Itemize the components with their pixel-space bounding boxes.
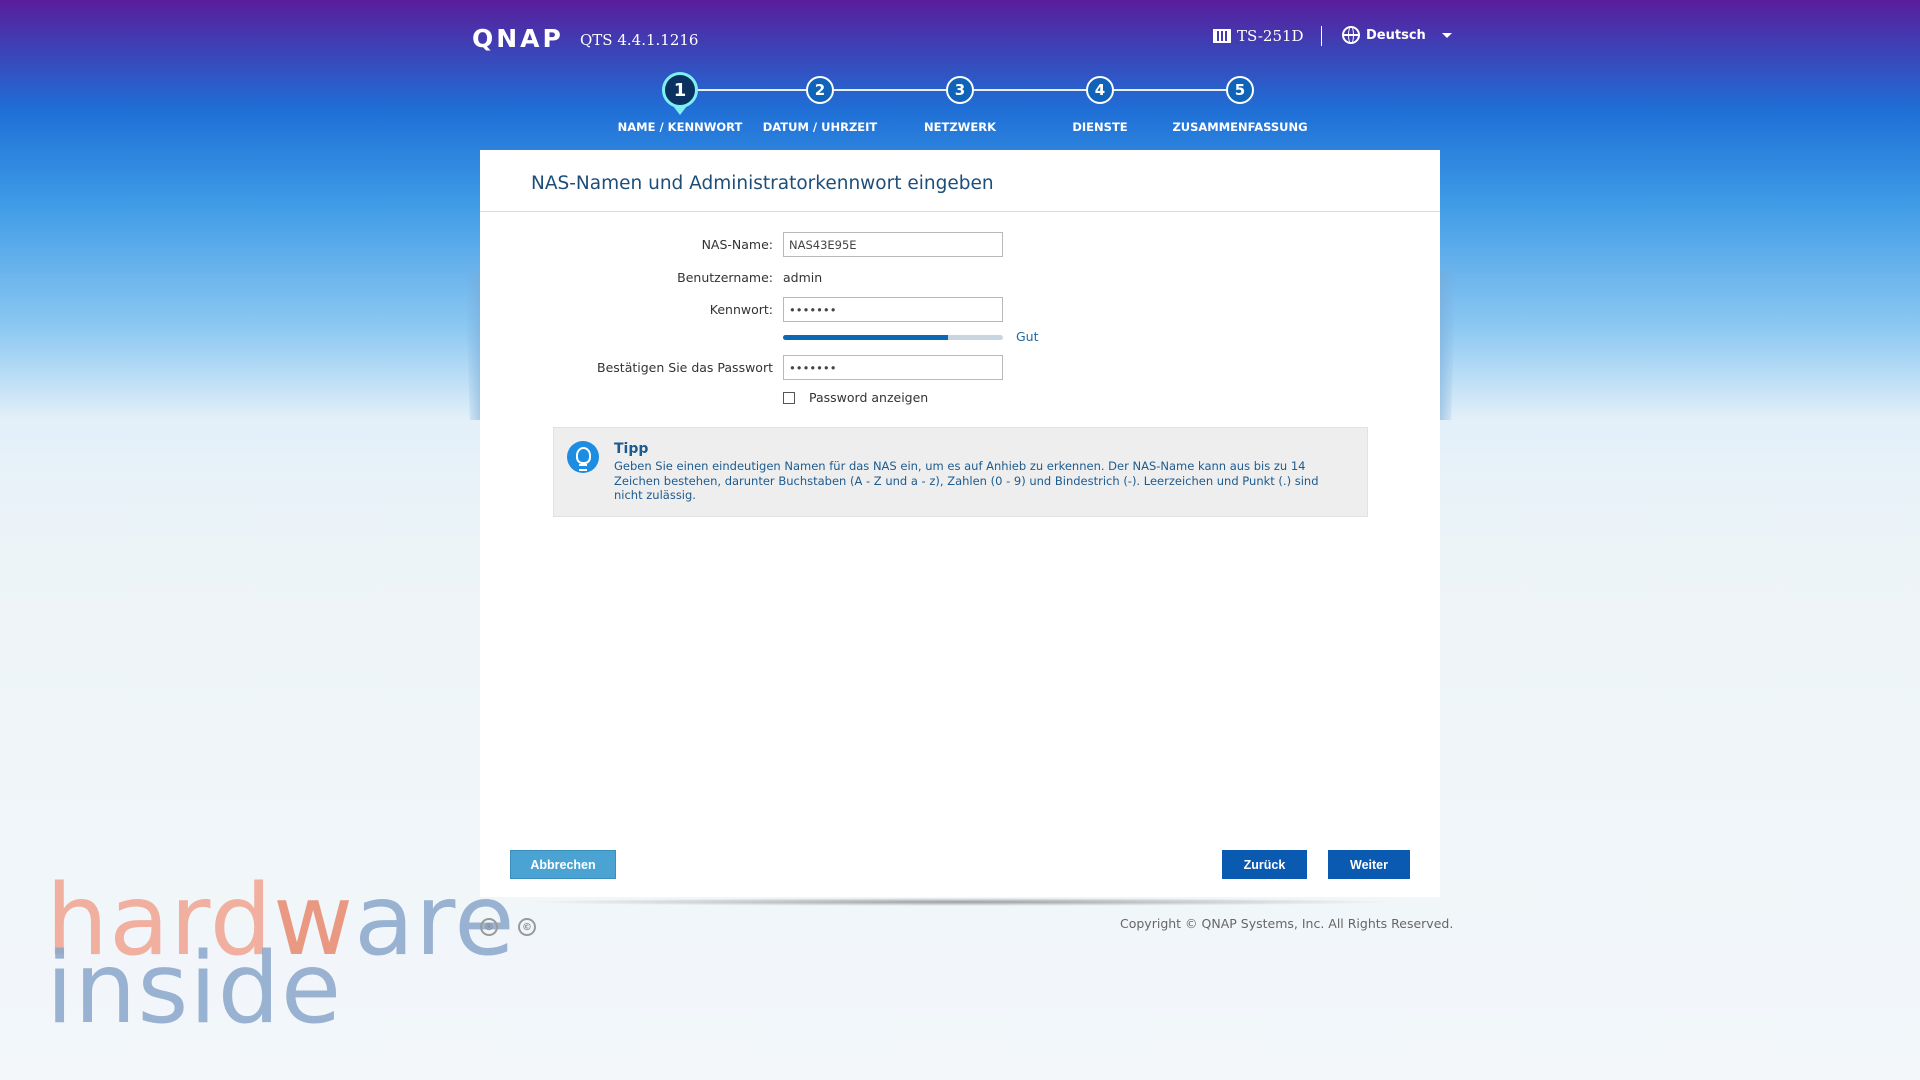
tip-text: Geben Sie einen eindeutigen Namen für da… — [614, 459, 1319, 502]
setup-panel: NAS-Namen und Administratorkennwort eing… — [480, 150, 1440, 897]
wizard-step-4-label: DIENSTE — [1072, 120, 1128, 134]
wizard-step-2-label: DATUM / UHRZEIT — [762, 120, 878, 134]
globe-icon — [1342, 26, 1360, 44]
back-button[interactable]: Zurück — [1222, 850, 1307, 879]
tip-box: Tipp Geben Sie einen eindeutigen Namen f… — [553, 427, 1368, 517]
qts-version: QTS 4.4.1.1216 — [580, 31, 699, 49]
title-divider — [480, 211, 1440, 212]
wizard-step-1-label: NAME / KENNWORT — [617, 120, 743, 134]
password-strength-bar — [783, 335, 1003, 340]
wizard-step-3: 3 — [946, 76, 974, 104]
nas-name-input[interactable] — [783, 232, 1003, 257]
nas-device-icon — [1213, 29, 1231, 43]
panel-shadow — [520, 898, 1400, 906]
tip-title: Tipp — [614, 441, 649, 457]
show-password-checkbox[interactable] — [783, 392, 795, 404]
wizard-step-4: 4 — [1086, 76, 1114, 104]
username-label: Benutzername: — [677, 270, 773, 285]
wizard-step-1: 1 — [662, 72, 698, 115]
username-value: admin — [783, 270, 823, 285]
confirm-password-input[interactable] — [783, 355, 1003, 380]
nas-name-label: NAS-Name: — [701, 237, 773, 252]
panel-bevel-left — [465, 270, 481, 420]
watermark-registered-icon: ® — [480, 918, 498, 936]
copyright-text: Copyright © QNAP Systems, Inc. All Right… — [1120, 916, 1454, 931]
lightbulb-icon — [567, 441, 599, 473]
device-model: TS-251D — [1213, 27, 1304, 45]
next-button[interactable]: Weiter — [1328, 850, 1410, 879]
panel-bevel-right — [1440, 270, 1456, 420]
confirm-password-label: Bestätigen Sie das Passwort — [597, 360, 773, 375]
cancel-button[interactable]: Abbrechen — [510, 850, 616, 879]
watermark-copyright-icon: © — [518, 918, 536, 936]
device-model-label: TS-251D — [1237, 27, 1304, 45]
wizard-step-5: 5 — [1226, 76, 1254, 104]
chevron-down-icon — [1441, 32, 1452, 38]
qnap-logo: QNAP — [472, 24, 564, 53]
watermark-inside: inside — [46, 932, 343, 1046]
wizard-step-3-label: NETZWERK — [924, 120, 996, 134]
language-label: Deutsch — [1366, 27, 1426, 43]
show-password-label[interactable]: Password anzeigen — [809, 390, 928, 405]
wizard-step-5-label: ZUSAMMENFASSUNG — [1172, 120, 1308, 134]
password-input[interactable] — [783, 297, 1003, 322]
page-title: NAS-Namen und Administratorkennwort eing… — [531, 173, 994, 194]
language-selector[interactable]: Deutsch — [1342, 26, 1452, 44]
header-separator — [1321, 26, 1322, 46]
password-strength-fill — [783, 335, 948, 340]
password-strength-label: Gut — [1016, 329, 1039, 344]
wizard-step-2: 2 — [806, 76, 834, 104]
password-label: Kennwort: — [709, 302, 773, 317]
